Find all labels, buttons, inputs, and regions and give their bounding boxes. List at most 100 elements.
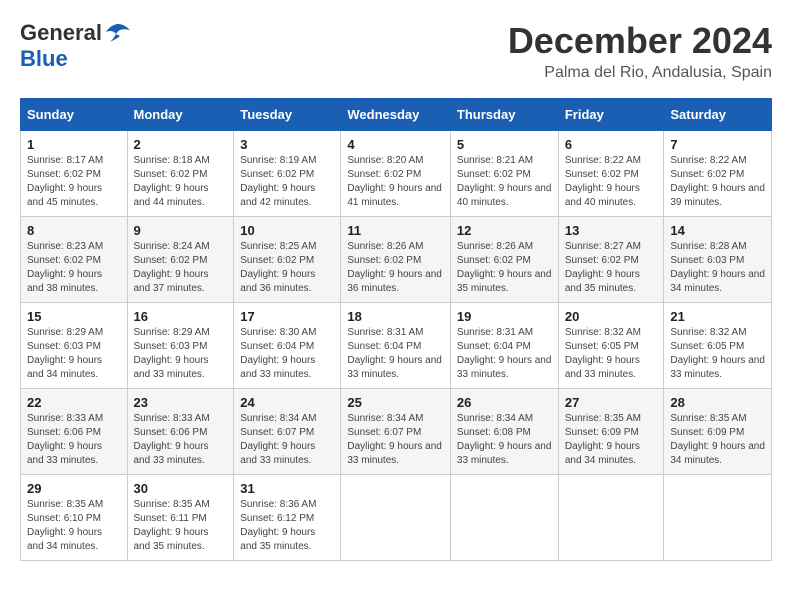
sunrise-label: Sunrise: 8:34 AM	[240, 413, 316, 424]
daylight-label: Daylight: 9 hours and 34 minutes.	[565, 441, 640, 466]
month-title: December 2024	[508, 20, 772, 62]
header-thursday: Thursday	[450, 99, 558, 131]
day-number: 22	[27, 395, 121, 410]
sunset-label: Sunset: 6:02 PM	[565, 169, 639, 180]
logo-general-text: General	[20, 20, 102, 46]
sunrise-label: Sunrise: 8:34 AM	[347, 413, 423, 424]
table-row: 31 Sunrise: 8:36 AM Sunset: 6:12 PM Dayl…	[234, 475, 341, 561]
daylight-label: Daylight: 9 hours and 33 minutes.	[134, 355, 209, 380]
daylight-label: Daylight: 9 hours and 37 minutes.	[134, 269, 209, 294]
sunset-label: Sunset: 6:02 PM	[565, 255, 639, 266]
day-info: Sunrise: 8:18 AM Sunset: 6:02 PM Dayligh…	[134, 154, 228, 210]
page-header: General Blue December 2024 Palma del Rio…	[20, 20, 772, 82]
sunrise-label: Sunrise: 8:33 AM	[27, 413, 103, 424]
sunrise-label: Sunrise: 8:35 AM	[565, 413, 641, 424]
sunrise-label: Sunrise: 8:29 AM	[134, 327, 210, 338]
day-info: Sunrise: 8:22 AM Sunset: 6:02 PM Dayligh…	[670, 154, 765, 210]
sunset-label: Sunset: 6:12 PM	[240, 513, 314, 524]
sunrise-label: Sunrise: 8:31 AM	[347, 327, 423, 338]
day-number: 19	[457, 309, 552, 324]
calendar-week-row: 22 Sunrise: 8:33 AM Sunset: 6:06 PM Dayl…	[21, 389, 772, 475]
sunset-label: Sunset: 6:02 PM	[347, 169, 421, 180]
day-info: Sunrise: 8:29 AM Sunset: 6:03 PM Dayligh…	[27, 326, 121, 382]
sunset-label: Sunset: 6:07 PM	[240, 427, 314, 438]
sunrise-label: Sunrise: 8:33 AM	[134, 413, 210, 424]
location-title: Palma del Rio, Andalusia, Spain	[508, 64, 772, 82]
sunrise-label: Sunrise: 8:27 AM	[565, 241, 641, 252]
sunset-label: Sunset: 6:07 PM	[347, 427, 421, 438]
day-number: 11	[347, 223, 444, 238]
table-row: 18 Sunrise: 8:31 AM Sunset: 6:04 PM Dayl…	[341, 303, 451, 389]
day-number: 29	[27, 481, 121, 496]
day-info: Sunrise: 8:36 AM Sunset: 6:12 PM Dayligh…	[240, 498, 334, 554]
day-number: 7	[670, 137, 765, 152]
header-saturday: Saturday	[664, 99, 772, 131]
sunrise-label: Sunrise: 8:20 AM	[347, 155, 423, 166]
table-row	[664, 475, 772, 561]
header-tuesday: Tuesday	[234, 99, 341, 131]
day-number: 4	[347, 137, 444, 152]
day-info: Sunrise: 8:26 AM Sunset: 6:02 PM Dayligh…	[347, 240, 444, 296]
day-number: 1	[27, 137, 121, 152]
table-row: 16 Sunrise: 8:29 AM Sunset: 6:03 PM Dayl…	[127, 303, 234, 389]
day-number: 14	[670, 223, 765, 238]
daylight-label: Daylight: 9 hours and 39 minutes.	[670, 183, 765, 208]
sunset-label: Sunset: 6:05 PM	[670, 341, 744, 352]
table-row: 30 Sunrise: 8:35 AM Sunset: 6:11 PM Dayl…	[127, 475, 234, 561]
logo-bird-icon	[104, 22, 132, 44]
daylight-label: Daylight: 9 hours and 34 minutes.	[27, 355, 102, 380]
sunrise-label: Sunrise: 8:28 AM	[670, 241, 746, 252]
sunset-label: Sunset: 6:06 PM	[134, 427, 208, 438]
day-info: Sunrise: 8:31 AM Sunset: 6:04 PM Dayligh…	[347, 326, 444, 382]
sunrise-label: Sunrise: 8:35 AM	[134, 499, 210, 510]
calendar-week-row: 15 Sunrise: 8:29 AM Sunset: 6:03 PM Dayl…	[21, 303, 772, 389]
sunset-label: Sunset: 6:02 PM	[347, 255, 421, 266]
day-number: 30	[134, 481, 228, 496]
day-info: Sunrise: 8:20 AM Sunset: 6:02 PM Dayligh…	[347, 154, 444, 210]
day-number: 3	[240, 137, 334, 152]
day-number: 31	[240, 481, 334, 496]
sunset-label: Sunset: 6:02 PM	[457, 169, 531, 180]
table-row: 6 Sunrise: 8:22 AM Sunset: 6:02 PM Dayli…	[558, 131, 664, 217]
header-friday: Friday	[558, 99, 664, 131]
table-row: 29 Sunrise: 8:35 AM Sunset: 6:10 PM Dayl…	[21, 475, 128, 561]
sunrise-label: Sunrise: 8:32 AM	[670, 327, 746, 338]
table-row: 28 Sunrise: 8:35 AM Sunset: 6:09 PM Dayl…	[664, 389, 772, 475]
sunrise-label: Sunrise: 8:24 AM	[134, 241, 210, 252]
sunrise-label: Sunrise: 8:30 AM	[240, 327, 316, 338]
day-number: 17	[240, 309, 334, 324]
table-row: 15 Sunrise: 8:29 AM Sunset: 6:03 PM Dayl…	[21, 303, 128, 389]
sunrise-label: Sunrise: 8:25 AM	[240, 241, 316, 252]
daylight-label: Daylight: 9 hours and 45 minutes.	[27, 183, 102, 208]
header-wednesday: Wednesday	[341, 99, 451, 131]
day-number: 16	[134, 309, 228, 324]
day-number: 26	[457, 395, 552, 410]
day-number: 9	[134, 223, 228, 238]
daylight-label: Daylight: 9 hours and 40 minutes.	[565, 183, 640, 208]
day-number: 10	[240, 223, 334, 238]
daylight-label: Daylight: 9 hours and 36 minutes.	[347, 269, 442, 294]
day-info: Sunrise: 8:35 AM Sunset: 6:10 PM Dayligh…	[27, 498, 121, 554]
daylight-label: Daylight: 9 hours and 42 minutes.	[240, 183, 315, 208]
sunset-label: Sunset: 6:09 PM	[565, 427, 639, 438]
table-row	[450, 475, 558, 561]
table-row: 9 Sunrise: 8:24 AM Sunset: 6:02 PM Dayli…	[127, 217, 234, 303]
sunset-label: Sunset: 6:02 PM	[457, 255, 531, 266]
day-info: Sunrise: 8:28 AM Sunset: 6:03 PM Dayligh…	[670, 240, 765, 296]
logo: General Blue	[20, 20, 132, 72]
day-info: Sunrise: 8:30 AM Sunset: 6:04 PM Dayligh…	[240, 326, 334, 382]
day-number: 25	[347, 395, 444, 410]
sunset-label: Sunset: 6:03 PM	[27, 341, 101, 352]
daylight-label: Daylight: 9 hours and 33 minutes.	[565, 355, 640, 380]
table-row: 7 Sunrise: 8:22 AM Sunset: 6:02 PM Dayli…	[664, 131, 772, 217]
day-number: 2	[134, 137, 228, 152]
sunset-label: Sunset: 6:06 PM	[27, 427, 101, 438]
sunrise-label: Sunrise: 8:29 AM	[27, 327, 103, 338]
sunrise-label: Sunrise: 8:34 AM	[457, 413, 533, 424]
sunrise-label: Sunrise: 8:26 AM	[347, 241, 423, 252]
daylight-label: Daylight: 9 hours and 44 minutes.	[134, 183, 209, 208]
table-row: 2 Sunrise: 8:18 AM Sunset: 6:02 PM Dayli…	[127, 131, 234, 217]
table-row: 19 Sunrise: 8:31 AM Sunset: 6:04 PM Dayl…	[450, 303, 558, 389]
sunrise-label: Sunrise: 8:21 AM	[457, 155, 533, 166]
day-info: Sunrise: 8:32 AM Sunset: 6:05 PM Dayligh…	[670, 326, 765, 382]
